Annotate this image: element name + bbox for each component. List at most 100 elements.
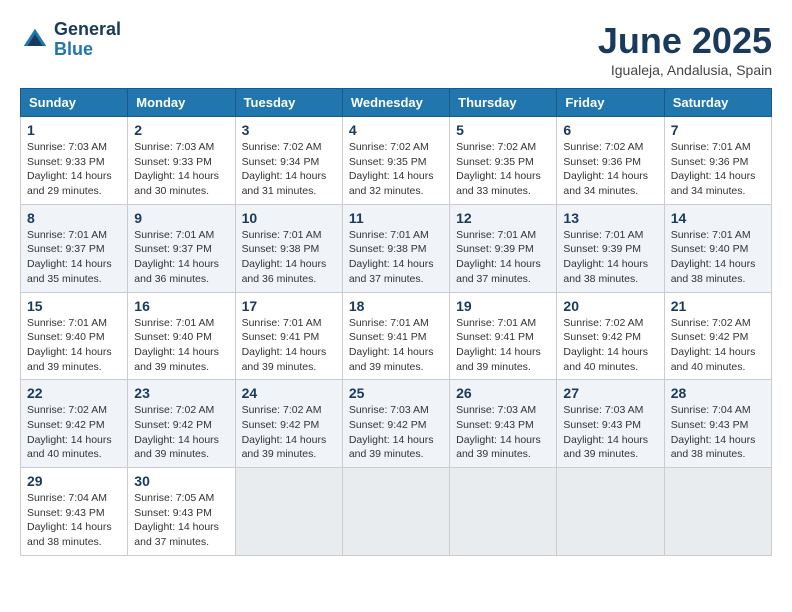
day-info: Sunrise: 7:02 AM Sunset: 9:42 PM Dayligh… bbox=[563, 316, 657, 375]
day-number: 2 bbox=[134, 122, 228, 138]
day-info: Sunrise: 7:04 AM Sunset: 9:43 PM Dayligh… bbox=[27, 491, 121, 550]
day-number: 5 bbox=[456, 122, 550, 138]
day-number: 13 bbox=[563, 210, 657, 226]
table-cell: 9 Sunrise: 7:01 AM Sunset: 9:37 PM Daylig… bbox=[128, 204, 235, 292]
day-number: 12 bbox=[456, 210, 550, 226]
table-cell bbox=[664, 468, 771, 556]
table-cell: 15 Sunrise: 7:01 AM Sunset: 9:40 PM Dayli… bbox=[21, 292, 128, 380]
day-number: 27 bbox=[563, 385, 657, 401]
calendar-week-2: 8Sunrise: 7:01 AM Sunset: 9:37 PM Daylig… bbox=[21, 204, 772, 292]
calendar-header-row: Sunday Monday Tuesday Wednesday Thursday… bbox=[21, 89, 772, 117]
day-number: 16 bbox=[134, 298, 228, 314]
day-number: 15 bbox=[27, 298, 121, 314]
day-number: 19 bbox=[456, 298, 550, 314]
day-info: Sunrise: 7:02 AM Sunset: 9:34 PM Dayligh… bbox=[242, 140, 336, 199]
day-number: 29 bbox=[27, 473, 121, 489]
day-number: 6 bbox=[563, 122, 657, 138]
day-number: 9 bbox=[134, 210, 228, 226]
day-info: Sunrise: 7:02 AM Sunset: 9:42 PM Dayligh… bbox=[134, 403, 228, 462]
day-info: Sunrise: 7:01 AM Sunset: 9:38 PM Dayligh… bbox=[242, 228, 336, 287]
logo-icon bbox=[20, 25, 50, 55]
calendar-week-4: 22Sunrise: 7:02 AM Sunset: 9:42 PM Dayli… bbox=[21, 380, 772, 468]
header-thursday: Thursday bbox=[450, 89, 557, 117]
day-number: 26 bbox=[456, 385, 550, 401]
table-cell: 18 Sunrise: 7:01 AM Sunset: 9:41 PM Dayli… bbox=[342, 292, 449, 380]
table-cell bbox=[557, 468, 664, 556]
day-info: Sunrise: 7:03 AM Sunset: 9:33 PM Dayligh… bbox=[134, 140, 228, 199]
day-info: Sunrise: 7:01 AM Sunset: 9:37 PM Dayligh… bbox=[134, 228, 228, 287]
table-cell: 29 Sunrise: 7:04 AM Sunset: 9:43 PM Dayli… bbox=[21, 468, 128, 556]
day-number: 3 bbox=[242, 122, 336, 138]
day-number: 23 bbox=[134, 385, 228, 401]
calendar-subtitle: Igualeja, Andalusia, Spain bbox=[598, 62, 772, 78]
table-cell: 7 Sunrise: 7:01 AM Sunset: 9:36 PM Daylig… bbox=[664, 117, 771, 205]
day-info: Sunrise: 7:02 AM Sunset: 9:35 PM Dayligh… bbox=[349, 140, 443, 199]
day-number: 11 bbox=[349, 210, 443, 226]
day-info: Sunrise: 7:01 AM Sunset: 9:39 PM Dayligh… bbox=[456, 228, 550, 287]
table-cell: 20 Sunrise: 7:02 AM Sunset: 9:42 PM Dayli… bbox=[557, 292, 664, 380]
table-cell: 12 Sunrise: 7:01 AM Sunset: 9:39 PM Dayli… bbox=[450, 204, 557, 292]
table-cell bbox=[450, 468, 557, 556]
day-info: Sunrise: 7:03 AM Sunset: 9:33 PM Dayligh… bbox=[27, 140, 121, 199]
day-number: 4 bbox=[349, 122, 443, 138]
calendar-table: Sunday Monday Tuesday Wednesday Thursday… bbox=[20, 88, 772, 556]
day-number: 20 bbox=[563, 298, 657, 314]
table-cell: 22Sunrise: 7:02 AM Sunset: 9:42 PM Dayli… bbox=[21, 380, 128, 468]
day-number: 17 bbox=[242, 298, 336, 314]
logo-text: General Blue bbox=[54, 20, 121, 60]
logo: General Blue bbox=[20, 20, 121, 60]
table-cell: 14 Sunrise: 7:01 AM Sunset: 9:40 PM Dayli… bbox=[664, 204, 771, 292]
day-number: 1 bbox=[27, 122, 121, 138]
day-info: Sunrise: 7:03 AM Sunset: 9:43 PM Dayligh… bbox=[563, 403, 657, 462]
day-number: 14 bbox=[671, 210, 765, 226]
table-cell: 26 Sunrise: 7:03 AM Sunset: 9:43 PM Dayli… bbox=[450, 380, 557, 468]
header-wednesday: Wednesday bbox=[342, 89, 449, 117]
table-cell: 17 Sunrise: 7:01 AM Sunset: 9:41 PM Dayli… bbox=[235, 292, 342, 380]
table-cell: 30 Sunrise: 7:05 AM Sunset: 9:43 PM Dayli… bbox=[128, 468, 235, 556]
table-cell: 1 Sunrise: 7:03 AM Sunset: 9:33 PM Daylig… bbox=[21, 117, 128, 205]
table-cell: 10 Sunrise: 7:01 AM Sunset: 9:38 PM Dayli… bbox=[235, 204, 342, 292]
day-info: Sunrise: 7:03 AM Sunset: 9:43 PM Dayligh… bbox=[456, 403, 550, 462]
header-friday: Friday bbox=[557, 89, 664, 117]
table-cell bbox=[342, 468, 449, 556]
table-cell: 21 Sunrise: 7:02 AM Sunset: 9:42 PM Dayli… bbox=[664, 292, 771, 380]
day-number: 7 bbox=[671, 122, 765, 138]
day-info: Sunrise: 7:04 AM Sunset: 9:43 PM Dayligh… bbox=[671, 403, 765, 462]
table-cell: 2 Sunrise: 7:03 AM Sunset: 9:33 PM Daylig… bbox=[128, 117, 235, 205]
table-cell: 16 Sunrise: 7:01 AM Sunset: 9:40 PM Dayli… bbox=[128, 292, 235, 380]
table-cell: 13Sunrise: 7:01 AM Sunset: 9:39 PM Dayli… bbox=[557, 204, 664, 292]
table-cell: 23 Sunrise: 7:02 AM Sunset: 9:42 PM Dayli… bbox=[128, 380, 235, 468]
day-number: 30 bbox=[134, 473, 228, 489]
day-info: Sunrise: 7:01 AM Sunset: 9:38 PM Dayligh… bbox=[349, 228, 443, 287]
calendar-title: June 2025 bbox=[598, 20, 772, 62]
table-cell: 6Sunrise: 7:02 AM Sunset: 9:36 PM Daylig… bbox=[557, 117, 664, 205]
day-info: Sunrise: 7:01 AM Sunset: 9:36 PM Dayligh… bbox=[671, 140, 765, 199]
day-info: Sunrise: 7:02 AM Sunset: 9:42 PM Dayligh… bbox=[671, 316, 765, 375]
day-info: Sunrise: 7:02 AM Sunset: 9:35 PM Dayligh… bbox=[456, 140, 550, 199]
day-info: Sunrise: 7:01 AM Sunset: 9:40 PM Dayligh… bbox=[27, 316, 121, 375]
table-cell: 19Sunrise: 7:01 AM Sunset: 9:41 PM Dayli… bbox=[450, 292, 557, 380]
day-number: 10 bbox=[242, 210, 336, 226]
day-info: Sunrise: 7:05 AM Sunset: 9:43 PM Dayligh… bbox=[134, 491, 228, 550]
header-monday: Monday bbox=[128, 89, 235, 117]
table-cell: 11 Sunrise: 7:01 AM Sunset: 9:38 PM Dayli… bbox=[342, 204, 449, 292]
table-cell: 8Sunrise: 7:01 AM Sunset: 9:37 PM Daylig… bbox=[21, 204, 128, 292]
day-info: Sunrise: 7:02 AM Sunset: 9:42 PM Dayligh… bbox=[242, 403, 336, 462]
day-number: 18 bbox=[349, 298, 443, 314]
title-area: June 2025 Igualeja, Andalusia, Spain bbox=[598, 20, 772, 78]
day-info: Sunrise: 7:01 AM Sunset: 9:40 PM Dayligh… bbox=[134, 316, 228, 375]
day-number: 21 bbox=[671, 298, 765, 314]
day-info: Sunrise: 7:01 AM Sunset: 9:41 PM Dayligh… bbox=[242, 316, 336, 375]
day-info: Sunrise: 7:01 AM Sunset: 9:41 PM Dayligh… bbox=[349, 316, 443, 375]
header-tuesday: Tuesday bbox=[235, 89, 342, 117]
calendar-week-3: 15 Sunrise: 7:01 AM Sunset: 9:40 PM Dayli… bbox=[21, 292, 772, 380]
day-info: Sunrise: 7:01 AM Sunset: 9:40 PM Dayligh… bbox=[671, 228, 765, 287]
day-info: Sunrise: 7:03 AM Sunset: 9:42 PM Dayligh… bbox=[349, 403, 443, 462]
table-cell: 28Sunrise: 7:04 AM Sunset: 9:43 PM Dayli… bbox=[664, 380, 771, 468]
day-info: Sunrise: 7:02 AM Sunset: 9:42 PM Dayligh… bbox=[27, 403, 121, 462]
table-cell: 3 Sunrise: 7:02 AM Sunset: 9:34 PM Daylig… bbox=[235, 117, 342, 205]
page-header: General Blue June 2025 Igualeja, Andalus… bbox=[20, 20, 772, 78]
header-saturday: Saturday bbox=[664, 89, 771, 117]
day-number: 25 bbox=[349, 385, 443, 401]
calendar-week-1: 1 Sunrise: 7:03 AM Sunset: 9:33 PM Daylig… bbox=[21, 117, 772, 205]
